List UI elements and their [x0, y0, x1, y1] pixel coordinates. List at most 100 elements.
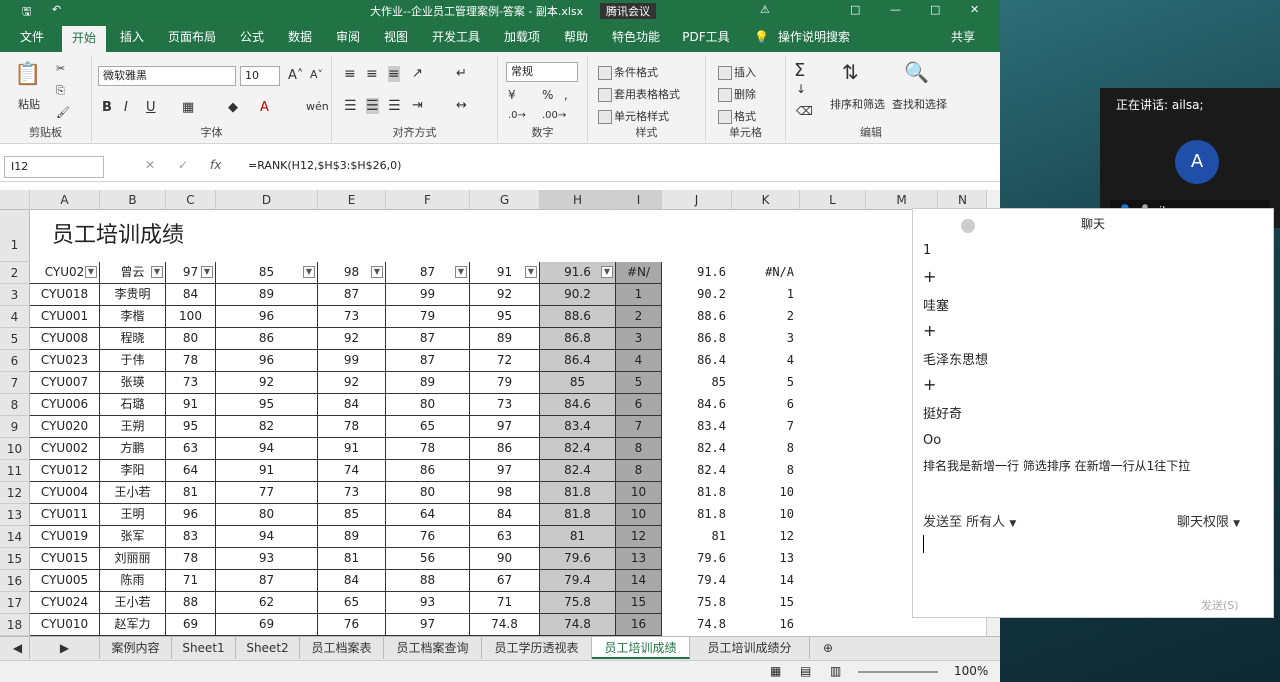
copy-icon[interactable]: ⎘	[56, 84, 65, 98]
table-cell[interactable]: 7	[732, 416, 800, 438]
table-cell[interactable]: 97	[470, 460, 540, 482]
table-cell[interactable]: CYU020	[30, 416, 100, 438]
col-header-l[interactable]: L	[800, 190, 866, 210]
table-cell[interactable]: 74	[318, 460, 386, 482]
table-cell[interactable]: 90	[470, 548, 540, 570]
table-cell[interactable]: CYU002	[30, 438, 100, 460]
table-cell[interactable]: 5	[616, 372, 662, 394]
row-header[interactable]: 16	[0, 570, 30, 592]
tab-features[interactable]: 特色功能	[604, 22, 668, 52]
row-header[interactable]: 6	[0, 350, 30, 372]
table-cell[interactable]: 87	[318, 284, 386, 306]
font-size-select[interactable]: 10	[240, 66, 280, 86]
table-cell[interactable]: 73	[318, 482, 386, 504]
table-cell[interactable]: 88	[386, 570, 470, 592]
table-cell[interactable]: 90.2	[662, 284, 732, 306]
tab-help[interactable]: 帮助	[556, 22, 596, 52]
number-format-select[interactable]: 常规	[506, 62, 578, 82]
row-header[interactable]: 17	[0, 592, 30, 614]
send-button[interactable]: 发送(S)	[1201, 597, 1239, 613]
table-cell[interactable]: 10	[732, 482, 800, 504]
table-cell[interactable]: 82.4	[540, 438, 616, 460]
table-cell[interactable]: 95	[216, 394, 318, 416]
format-table-button[interactable]: 套用表格格式	[598, 86, 680, 102]
share-button[interactable]: 共享	[938, 22, 988, 52]
table-cell[interactable]: 8	[732, 460, 800, 482]
table-cell[interactable]: 16	[732, 614, 800, 636]
table-cell[interactable]: 王小若	[100, 592, 166, 614]
table-cell[interactable]: 84.6	[540, 394, 616, 416]
tab-insert[interactable]: 插入	[112, 22, 152, 52]
table-cell[interactable]: 81	[166, 482, 216, 504]
table-cell[interactable]: 81	[662, 526, 732, 548]
table-cell[interactable]: 78	[166, 350, 216, 372]
col-header-g[interactable]: G	[470, 190, 540, 210]
table-cell[interactable]: 8	[732, 438, 800, 460]
table-cell[interactable]: 94	[216, 526, 318, 548]
table-cell[interactable]: 75.8	[540, 592, 616, 614]
table-cell[interactable]: 96	[216, 306, 318, 328]
table-cell[interactable]: CYU011	[30, 504, 100, 526]
table-cell[interactable]: 97	[470, 416, 540, 438]
row-header[interactable]: 11	[0, 460, 30, 482]
find-icon[interactable]: 🔍	[904, 60, 929, 84]
fill-color-icon[interactable]: ◆	[228, 100, 238, 115]
table-cell[interactable]: 65	[386, 416, 470, 438]
page-break-view-icon[interactable]: ▥	[830, 664, 841, 678]
col-header-i[interactable]: I	[616, 190, 662, 210]
row-header[interactable]: 2	[0, 262, 30, 284]
col-header-f[interactable]: F	[386, 190, 470, 210]
table-cell[interactable]: 77	[216, 482, 318, 504]
table-cell[interactable]: 10	[732, 504, 800, 526]
enter-icon[interactable]: ✓	[178, 158, 188, 172]
table-cell[interactable]: 80	[166, 328, 216, 350]
table-cell[interactable]: 98	[470, 482, 540, 504]
merge-icon[interactable]: ↔	[456, 98, 467, 113]
fill-icon[interactable]: ↓	[796, 82, 806, 96]
table-cell[interactable]: CYU008	[30, 328, 100, 350]
close-icon[interactable]: ✕	[970, 3, 979, 16]
table-cell[interactable]: 74.8	[470, 614, 540, 636]
table-cell[interactable]: CYU015	[30, 548, 100, 570]
table-cell[interactable]: 93	[386, 592, 470, 614]
warning-icon[interactable]: ⚠	[760, 3, 770, 16]
table-cell[interactable]: 71	[166, 570, 216, 592]
decrease-font-icon[interactable]: A˅	[310, 68, 323, 81]
sheet-tab[interactable]: Sheet2	[236, 637, 300, 659]
table-cell[interactable]: 84	[166, 284, 216, 306]
col-header-e[interactable]: E	[318, 190, 386, 210]
table-cell[interactable]: 4	[732, 350, 800, 372]
table-cell[interactable]: 92	[470, 284, 540, 306]
sheet-tab[interactable]: 案例内容	[100, 637, 172, 659]
table-cell[interactable]: 87	[386, 350, 470, 372]
table-cell[interactable]: CYU010	[30, 614, 100, 636]
table-cell[interactable]: 91	[166, 394, 216, 416]
table-cell[interactable]: 74.8	[662, 614, 732, 636]
table-cell[interactable]: 赵军力	[100, 614, 166, 636]
tell-me-search[interactable]: 操作说明搜索	[772, 22, 856, 52]
row-header[interactable]: 12	[0, 482, 30, 504]
table-cell[interactable]: 79.6	[662, 548, 732, 570]
table-cell[interactable]: 15	[732, 592, 800, 614]
row-header[interactable]: 13	[0, 504, 30, 526]
format-painter-icon[interactable]: 🖌	[56, 106, 70, 119]
table-cell[interactable]: 14	[616, 570, 662, 592]
header-cell[interactable]: 曾云 ▼	[100, 262, 166, 284]
table-cell[interactable]: 3	[616, 328, 662, 350]
table-cell[interactable]: 67	[470, 570, 540, 592]
filter-dropdown-icon[interactable]: ▼	[455, 266, 467, 278]
table-cell[interactable]: 95	[470, 306, 540, 328]
chat-permission-button[interactable]: 聊天权限 ▼	[1177, 511, 1240, 530]
col-header-d[interactable]: D	[216, 190, 318, 210]
table-cell[interactable]: 81.8	[540, 504, 616, 526]
bold-button[interactable]: B	[102, 100, 112, 115]
table-cell[interactable]: 65	[318, 592, 386, 614]
table-cell[interactable]: 78	[386, 438, 470, 460]
insert-button[interactable]: 插入	[718, 64, 756, 80]
table-cell[interactable]: 64	[386, 504, 470, 526]
zoom-level[interactable]: 100%	[954, 664, 988, 678]
table-cell[interactable]: 89	[386, 372, 470, 394]
table-cell[interactable]: 王朔	[100, 416, 166, 438]
table-cell[interactable]: 86.8	[662, 328, 732, 350]
increase-font-icon[interactable]: A˄	[288, 68, 303, 83]
